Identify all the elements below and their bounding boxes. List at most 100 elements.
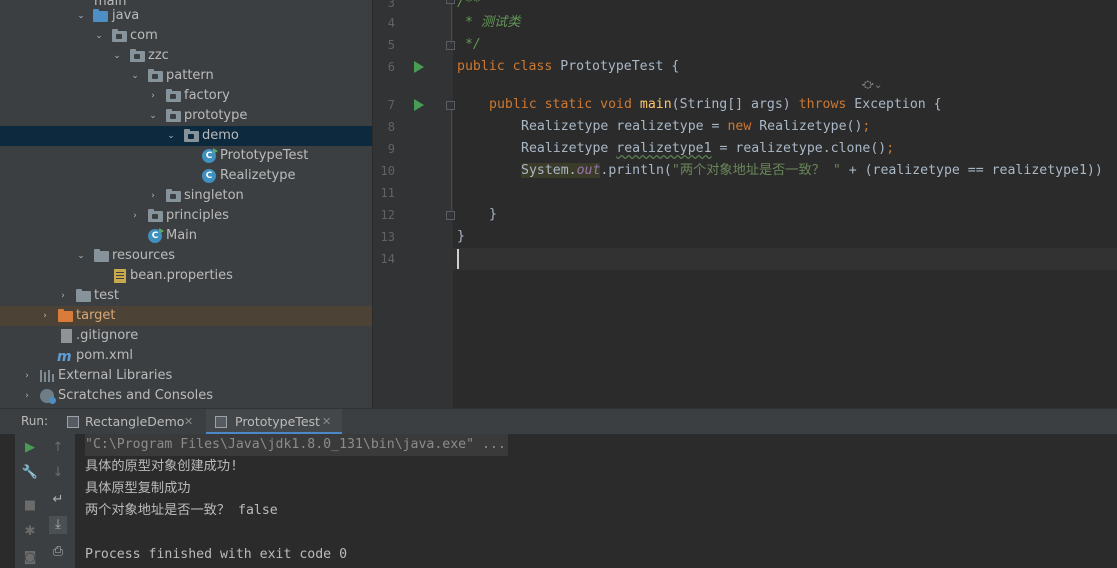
tree-item-bean-properties[interactable]: bean.properties [0,266,372,286]
java-class-icon: C [202,169,216,183]
tree-item-label: External Libraries [58,368,173,383]
tree-item-label: pattern [166,68,214,83]
project-tree: main ⌄ java ⌄ com ⌄ zzc ⌄ pattern › fact… [0,0,372,408]
line-number: 12 [380,208,395,222]
run-tab-label: PrototypeTest [235,414,320,429]
soft-wrap-icon[interactable]: ↵ [49,491,67,509]
tree-item-singleton[interactable]: › singleton [0,186,372,206]
run-tab-prototypetest[interactable]: PrototypeTest ✕ [206,409,342,435]
up-arrow-icon[interactable]: ↑ [49,439,67,457]
code-line-13: } [457,226,465,248]
chevron-right-icon[interactable]: › [148,186,158,206]
close-icon[interactable]: ✕ [184,409,193,435]
run-class-icon[interactable] [414,61,424,73]
close-icon[interactable]: ✕ [322,409,331,435]
package-icon [130,49,145,62]
line-number: 8 [387,120,395,134]
console-line: Process finished with exit code 0 [85,547,348,562]
tree-item-java[interactable]: ⌄ java [0,6,372,26]
down-arrow-icon[interactable]: ↓ [49,464,67,482]
keyword-token: new [727,119,752,134]
line-number: 4 [387,16,395,30]
scroll-to-end-icon[interactable]: ⤓ [49,516,67,534]
code-token: = realizetype.clone() [711,141,887,156]
current-line-highlight [453,248,1117,270]
keyword-token: class [512,59,553,74]
tree-item-label: Scratches and Consoles [58,388,214,403]
stop-icon[interactable]: ■ [21,497,39,515]
console-line: 具体原型复制成功 [85,481,191,496]
tree-item-label: zzc [148,48,169,63]
tree-item-label: Main [166,228,198,243]
params-token: (String[] args) [671,97,791,112]
chevron-right-icon[interactable]: › [130,206,140,226]
line-number: 11 [380,186,395,200]
chevron-right-icon[interactable]: › [148,86,158,106]
chevron-right-icon[interactable]: › [40,306,50,326]
maven-icon: m [57,349,72,365]
chevron-right-icon[interactable]: › [58,286,68,306]
chevron-right-icon[interactable]: › [22,386,32,406]
tree-item-pom[interactable]: m pom.xml [0,346,372,366]
tree-item-label: PrototypeTest [220,148,309,163]
chevron-down-icon[interactable]: ⌄ [94,26,104,46]
debug-icon[interactable]: ✱ [21,523,39,541]
java-class-runnable-icon: C [202,148,218,163]
tree-item-pattern[interactable]: ⌄ pattern [0,66,372,86]
chevron-down-icon[interactable]: ⌄ [130,66,140,86]
tree-item-com[interactable]: ⌄ com [0,26,372,46]
code-token: Realizetype() [751,119,863,134]
chevron-down-icon[interactable]: ⌄ [148,106,158,126]
rerun-icon[interactable]: ▶ [21,439,39,457]
run-label: Run: [21,414,49,428]
run-tab-rectangledemo[interactable]: RectangleDemo ✕ [60,409,202,435]
camera-icon[interactable]: ◙ [21,549,39,567]
comment-token: */ [457,37,481,52]
tree-item-test[interactable]: › test [0,286,372,306]
wrench-icon[interactable]: 🔧 [21,464,39,482]
console-output[interactable]: "C:\Program Files\Java\jdk1.8.0_131\bin\… [75,434,1117,568]
tree-item-prototypetest[interactable]: C PrototypeTest [0,146,372,166]
fold-marker-icon[interactable] [446,101,455,110]
tree-item-label: pom.xml [76,348,133,363]
tree-item-label: demo [202,128,239,143]
tree-item-main-class[interactable]: C Main [0,226,372,246]
tree-item-demo[interactable]: ⌄ demo [0,126,372,146]
run-toolbar: ▶ ↑ 🔧 ↓ ↵ ■ ⤓ ✱ ⎙ ◙ [15,434,75,568]
brace-token: } [489,207,497,222]
tree-item-principles[interactable]: › principles [0,206,372,226]
console-line-command[interactable]: "C:\Program Files\Java\jdk1.8.0_131\bin\… [85,434,508,456]
tree-item-realizetype[interactable]: C Realizetype [0,166,372,186]
fold-marker-icon[interactable] [446,211,455,220]
variable-token: realizetype1 [616,141,712,156]
chevron-down-icon[interactable]: ⌄ [76,246,86,266]
tree-item-scratches[interactable]: › Scratches and Consoles [0,386,372,406]
run-tab-label: RectangleDemo [85,414,185,429]
keyword-token: public [457,59,505,74]
chevron-right-icon[interactable]: › [22,366,32,386]
tree-item-resources[interactable]: ⌄ resources [0,246,372,266]
static-field-token: out [576,163,601,178]
inline-hint-icon[interactable]: ⛮⌄ [862,78,883,92]
run-method-icon[interactable] [414,99,424,111]
source-folder-icon [93,9,108,22]
tree-item-label: bean.properties [130,268,233,283]
code-editor[interactable]: 3 4 5 6 7 8 9 10 11 12 13 14 /** * 测试类 *… [373,0,1117,408]
tree-item-prototype[interactable]: ⌄ prototype [0,106,372,126]
java-class-runnable-icon: C [148,228,164,243]
tree-item-label: factory [184,88,230,103]
tree-item-zzc[interactable]: ⌄ zzc [0,46,372,66]
tree-item-factory[interactable]: › factory [0,86,372,106]
tree-item-gitignore[interactable]: .gitignore [0,326,372,346]
tree-item-target[interactable]: › target [0,306,372,326]
package-icon [166,109,181,122]
code-token: .println( [600,163,672,178]
code-line-12: } [489,204,497,226]
print-icon[interactable]: ⎙ [49,543,67,561]
chevron-down-icon[interactable]: ⌄ [76,6,86,26]
chevron-down-icon[interactable]: ⌄ [166,126,176,146]
tree-item-label: Realizetype [220,168,296,183]
chevron-down-icon[interactable]: ⌄ [112,46,122,66]
class-name-token: PrototypeTest { [560,59,680,74]
tree-item-external-libraries[interactable]: › External Libraries [0,366,372,386]
